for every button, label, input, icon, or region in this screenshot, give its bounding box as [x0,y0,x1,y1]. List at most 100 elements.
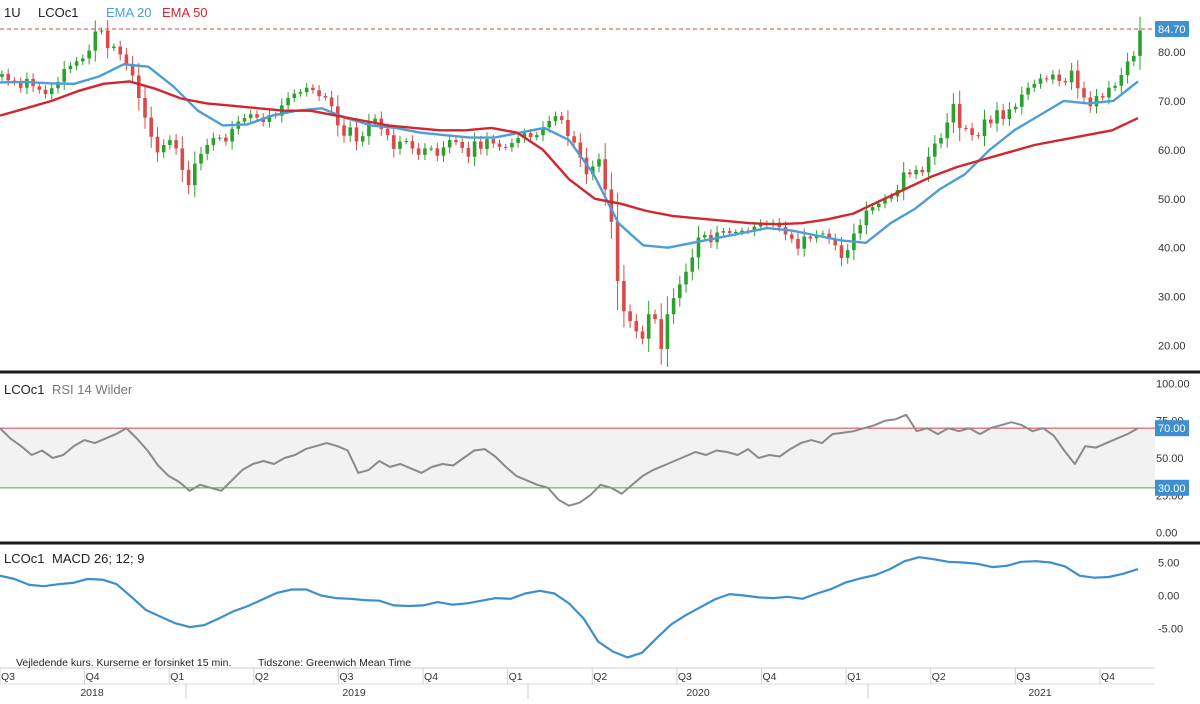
candle-up [516,138,520,143]
candle-up [360,136,365,142]
quarter-label: Q2 [593,671,607,683]
candle-down [503,146,508,148]
candle-up [168,140,172,145]
candle-up [1013,106,1018,110]
candle-up [690,257,695,272]
ema20-legend: EMA 20 [106,5,152,20]
candle-down [143,98,147,118]
candle-up [398,141,402,149]
candle-up [646,314,651,339]
candle-down [149,117,153,137]
candle-up [485,139,489,149]
candle-down [174,140,178,149]
candle-down [528,133,533,138]
candle-down [255,114,259,118]
macd-tick-label: -5.00 [1158,623,1183,635]
candle-up [292,93,297,98]
candle-up [1119,75,1124,86]
candle-up [933,143,937,157]
quarter-label: Q2 [255,671,269,683]
candle-down [118,46,122,55]
quarter-label: Q4 [1101,671,1115,683]
candle-down [796,238,800,249]
candle-up [423,148,427,155]
rsi-upper-label: 70.00 [1158,423,1186,435]
candle-down [1100,96,1105,98]
candle-down [37,86,42,90]
quarter-label: Q4 [424,671,438,683]
candle-down [1063,80,1068,83]
macd-symbol-label: LCOc1 [4,551,44,566]
candle-up [1007,109,1012,120]
candle-down [989,119,993,124]
candle-up [304,87,309,93]
candle-down [410,141,415,149]
candle-up [1094,96,1099,107]
quarter-label: Q1 [170,671,184,683]
candle-down [1057,74,1061,81]
candle-down [1001,110,1005,119]
candle-down [435,148,440,156]
quarter-label: Q3 [339,671,353,683]
candle-up [821,233,825,235]
candle-up [597,159,601,167]
candle-up [553,116,558,121]
candle-up [112,46,116,49]
candle-up [49,88,54,95]
candle-up [1113,85,1117,88]
price-tick-label: 80.00 [1158,47,1186,59]
candle-down [622,281,626,312]
year-label: 2020 [686,687,710,699]
candle-down [559,116,564,120]
rsi-lower-label: 30.00 [1158,483,1186,495]
chart-root: 20.00 30.00 40.00 50.00 60.00 70.00 80.00 84.70… [0,0,1200,699]
candle-up [982,119,987,137]
candle-up [547,121,551,128]
candle-up [1138,30,1142,56]
candle-down [615,221,620,281]
candle-down [1082,88,1086,98]
candle-down [957,103,962,128]
rsi-tick-label: 0.00 [1156,528,1177,540]
quarter-label: Q2 [932,671,946,683]
price-tick-label: 30.00 [1158,292,1186,304]
rsi-indicator-label: RSI 14 Wilder [52,382,133,397]
candle-down [603,159,607,190]
candle-up [802,236,806,249]
candle-up [721,231,726,233]
candle-up [286,98,290,106]
candle-down [323,96,328,98]
price-tick-label: 60.00 [1158,145,1186,157]
candle-up [1125,61,1130,75]
rsi-symbol-label: LCOc1 [4,382,44,397]
quarter-label: Q3 [678,671,692,683]
candle-up [74,61,79,66]
timezone-note: Tidszone: Greenwich Mean Time [258,657,411,669]
candle-down [180,148,185,170]
candle-up [93,31,98,51]
quarter-label: Q1 [509,671,523,683]
candle-down [385,128,390,136]
candle-down [727,231,732,234]
symbol-label: LCOc1 [38,5,78,20]
candle-down [497,143,502,147]
candle-up [230,128,234,142]
candle-down [790,234,794,239]
candle-up [441,147,446,156]
candle-down [976,135,981,137]
candle-down [137,75,141,98]
candle-down [105,30,110,49]
chart-canvas: 20.00 30.00 40.00 50.00 60.00 70.00 80.00 84.70… [0,0,1200,699]
candle-down [659,319,663,349]
candle-up [404,141,408,143]
candle-up [510,143,514,148]
candle-up [447,140,452,148]
candle-up [684,271,688,285]
last-price-label: 84.70 [1158,24,1186,36]
candle-up [1107,87,1111,98]
candle-up [217,137,222,139]
candle-down [908,172,912,175]
candle-up [995,110,999,124]
candle-down [155,136,160,153]
candle-down [186,169,191,186]
